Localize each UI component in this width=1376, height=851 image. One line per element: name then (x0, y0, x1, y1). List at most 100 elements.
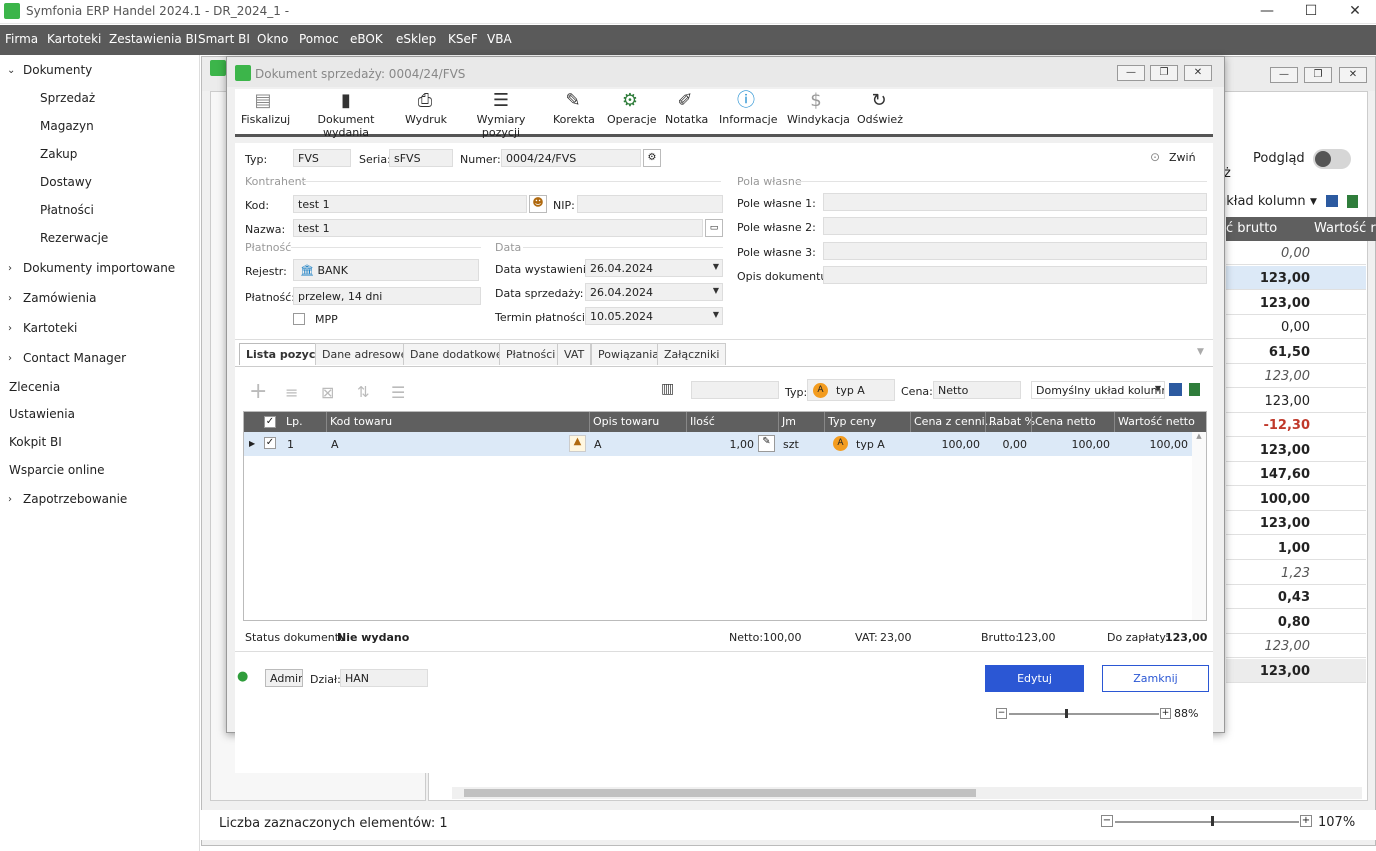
table-row[interactable]: 123,00 (1226, 511, 1366, 535)
menu-kartoteki[interactable]: Kartoteki (47, 32, 101, 46)
chevron-down-icon[interactable]: ⌄ (7, 65, 15, 76)
data-wystawienia-field[interactable]: 26.04.2024 ▼ (585, 259, 723, 277)
sidebar-item-wsparcie-online[interactable]: Wsparcie online (9, 463, 105, 477)
barcode-input[interactable] (691, 381, 779, 399)
barcode-icon[interactable]: ▥ (661, 381, 674, 397)
zoom-in-button[interactable]: + (1160, 708, 1171, 719)
chevron-right-icon[interactable]: › (8, 323, 12, 334)
table-row[interactable]: 1,23 (1226, 561, 1366, 585)
maximize-icon[interactable]: ☐ (1288, 0, 1334, 24)
table-row[interactable]: ▶ ✓ 1 A ▲ A 1,00 ✎ szt A typ A 100,00 0,… (244, 432, 1192, 456)
zoom-out-button[interactable]: − (1101, 815, 1113, 827)
sidebar-item-ustawienia[interactable]: Ustawienia (9, 407, 75, 421)
close-button[interactable]: Zamknij (1102, 665, 1209, 692)
tab-dane-dodatkowe[interactable]: Dane dodatkowe (403, 343, 510, 365)
edit-button[interactable]: Edytuj (985, 665, 1084, 692)
table-row[interactable]: 123,00 (1226, 438, 1366, 462)
pole-wlasne-3-field[interactable] (823, 242, 1207, 260)
sidebar-group-zapotrzebowanie[interactable]: Zapotrzebowanie (23, 492, 127, 506)
wydruk-button[interactable]: ⎙ Wydruk (405, 89, 447, 126)
dialog-minimize-button[interactable]: — (1117, 65, 1145, 81)
menu-ebok[interactable]: eBOK (350, 32, 383, 46)
product-picker-icon[interactable]: ▲ (569, 435, 586, 452)
informacje-button[interactable]: ⓘ Informacje (719, 89, 777, 126)
chevron-right-icon[interactable]: › (8, 293, 12, 304)
numer-settings-icon[interactable]: ⚙ (643, 149, 661, 167)
add-position-icon[interactable]: + (249, 379, 267, 404)
table-row[interactable]: 1,00 (1226, 536, 1366, 560)
split-icon[interactable]: ☰ (391, 383, 405, 402)
menu-ksef[interactable]: KSeF (448, 32, 478, 46)
menu-esklep[interactable]: eSklep (396, 32, 436, 46)
opis-dokumentu-field[interactable] (823, 266, 1207, 284)
contractor-picker-icon[interactable]: ☻ (529, 195, 547, 213)
col-brutto-header[interactable]: ć brutto (1226, 221, 1277, 236)
col-cena-z-cennika[interactable]: Cena z cenni... (914, 415, 995, 428)
insert-position-icon[interactable]: ≡ (285, 383, 298, 402)
delete-layout-icon[interactable] (1347, 195, 1358, 208)
sidebar-item-dostawy[interactable]: Dostawy (40, 175, 92, 189)
pole-wlasne-2-field[interactable] (823, 217, 1207, 235)
tab-zalaczniki[interactable]: Załączniki (657, 343, 727, 365)
user-field[interactable]: Admin (265, 669, 303, 687)
chevron-down-icon[interactable]: ▼ (1310, 197, 1317, 207)
col-kod-towaru[interactable]: Kod towaru (330, 415, 392, 428)
save-layout-icon[interactable] (1326, 195, 1338, 207)
table-row[interactable]: 0,00 (1226, 241, 1366, 265)
dialog-close-button[interactable]: ✕ (1184, 65, 1212, 81)
layout-select[interactable]: układ kolumn (1214, 192, 1324, 214)
seria-field[interactable]: sFVS (389, 149, 453, 167)
sidebar-group-kartoteki[interactable]: Kartoteki (23, 321, 77, 335)
sidebar-item-rezerwacje[interactable]: Rezerwacje (40, 231, 108, 245)
sidebar-item-kokpit-bi[interactable]: Kokpit BI (9, 435, 62, 449)
sidebar-group-zamowienia[interactable]: Zamówienia (23, 291, 96, 305)
windykacja-button[interactable]: $ Windykacja (787, 89, 850, 126)
menu-pomoc[interactable]: Pomoc (299, 32, 339, 46)
col-jm[interactable]: Jm (782, 415, 796, 428)
zoom-slider[interactable] (1115, 821, 1299, 823)
nazwa-field[interactable]: test 1 (293, 219, 703, 237)
podglad-toggle[interactable] (1313, 149, 1351, 169)
grid-typ-field[interactable]: Atyp A (807, 379, 895, 401)
menu-okno[interactable]: Okno (257, 32, 288, 46)
chevron-down-icon[interactable]: ▼ (713, 310, 719, 319)
bg-minimize-button[interactable]: — (1270, 67, 1298, 83)
chevron-down-icon[interactable]: ▼ (713, 262, 719, 271)
table-row[interactable]: 0,80 (1226, 610, 1366, 634)
delete-position-icon[interactable]: ⊠ (321, 383, 334, 402)
bg-restore-button[interactable]: ❐ (1304, 67, 1332, 83)
data-sprzedazy-field[interactable]: 26.04.2024 ▼ (585, 283, 723, 301)
kod-field[interactable]: test 1 (293, 195, 527, 213)
col-lp[interactable]: Lp. (286, 415, 303, 428)
pole-wlasne-1-field[interactable] (823, 193, 1207, 211)
wymiary-pozycji-button[interactable]: ☰ Wymiary pozycji (461, 89, 541, 139)
col-wartosc-header[interactable]: Wartość r (1314, 221, 1376, 236)
sidebar-item-zakup[interactable]: Zakup (40, 147, 77, 161)
zoom-out-button[interactable]: − (996, 708, 1007, 719)
table-row[interactable]: 61,50 (1226, 340, 1366, 364)
col-typ-ceny[interactable]: Typ ceny (828, 415, 876, 428)
numer-field[interactable]: 0004/24/FVS (501, 149, 641, 167)
odswiez-button[interactable]: ↻ Odśwież (857, 89, 903, 126)
table-row[interactable]: 123,00 (1226, 266, 1366, 290)
card-icon[interactable]: ▭ (705, 219, 723, 237)
table-row[interactable]: -12,30 (1226, 413, 1366, 437)
table-row[interactable]: 0,43 (1226, 585, 1366, 609)
col-wartosc-netto[interactable]: Wartość netto (1118, 415, 1195, 428)
collapse-link[interactable]: Zwiń (1169, 151, 1196, 164)
dzial-field[interactable]: HAN (340, 669, 428, 687)
chevron-right-icon[interactable]: › (8, 263, 12, 274)
sidebar-group-contact-manager[interactable]: Contact Manager (23, 351, 126, 365)
menu-vba[interactable]: VBA (487, 32, 512, 46)
table-row[interactable]: 100,00 (1226, 487, 1366, 511)
mpp-checkbox[interactable] (293, 313, 305, 325)
col-rabat[interactable]: Rabat % (989, 415, 1035, 428)
tab-dane-adresowe[interactable]: Dane adresowe (315, 343, 415, 365)
delete-layout-icon[interactable] (1189, 383, 1200, 396)
vertical-scrollbar[interactable]: ▲ (1192, 432, 1206, 620)
platnosc-field[interactable]: przelew, 14 dni (293, 287, 481, 305)
notatka-button[interactable]: ✐ Notatka (665, 89, 708, 126)
minimize-icon[interactable]: — (1244, 0, 1290, 24)
grid-layout-select[interactable]: Domyślny układ kolumn ▼ (1031, 381, 1165, 399)
save-layout-icon[interactable] (1169, 383, 1182, 396)
